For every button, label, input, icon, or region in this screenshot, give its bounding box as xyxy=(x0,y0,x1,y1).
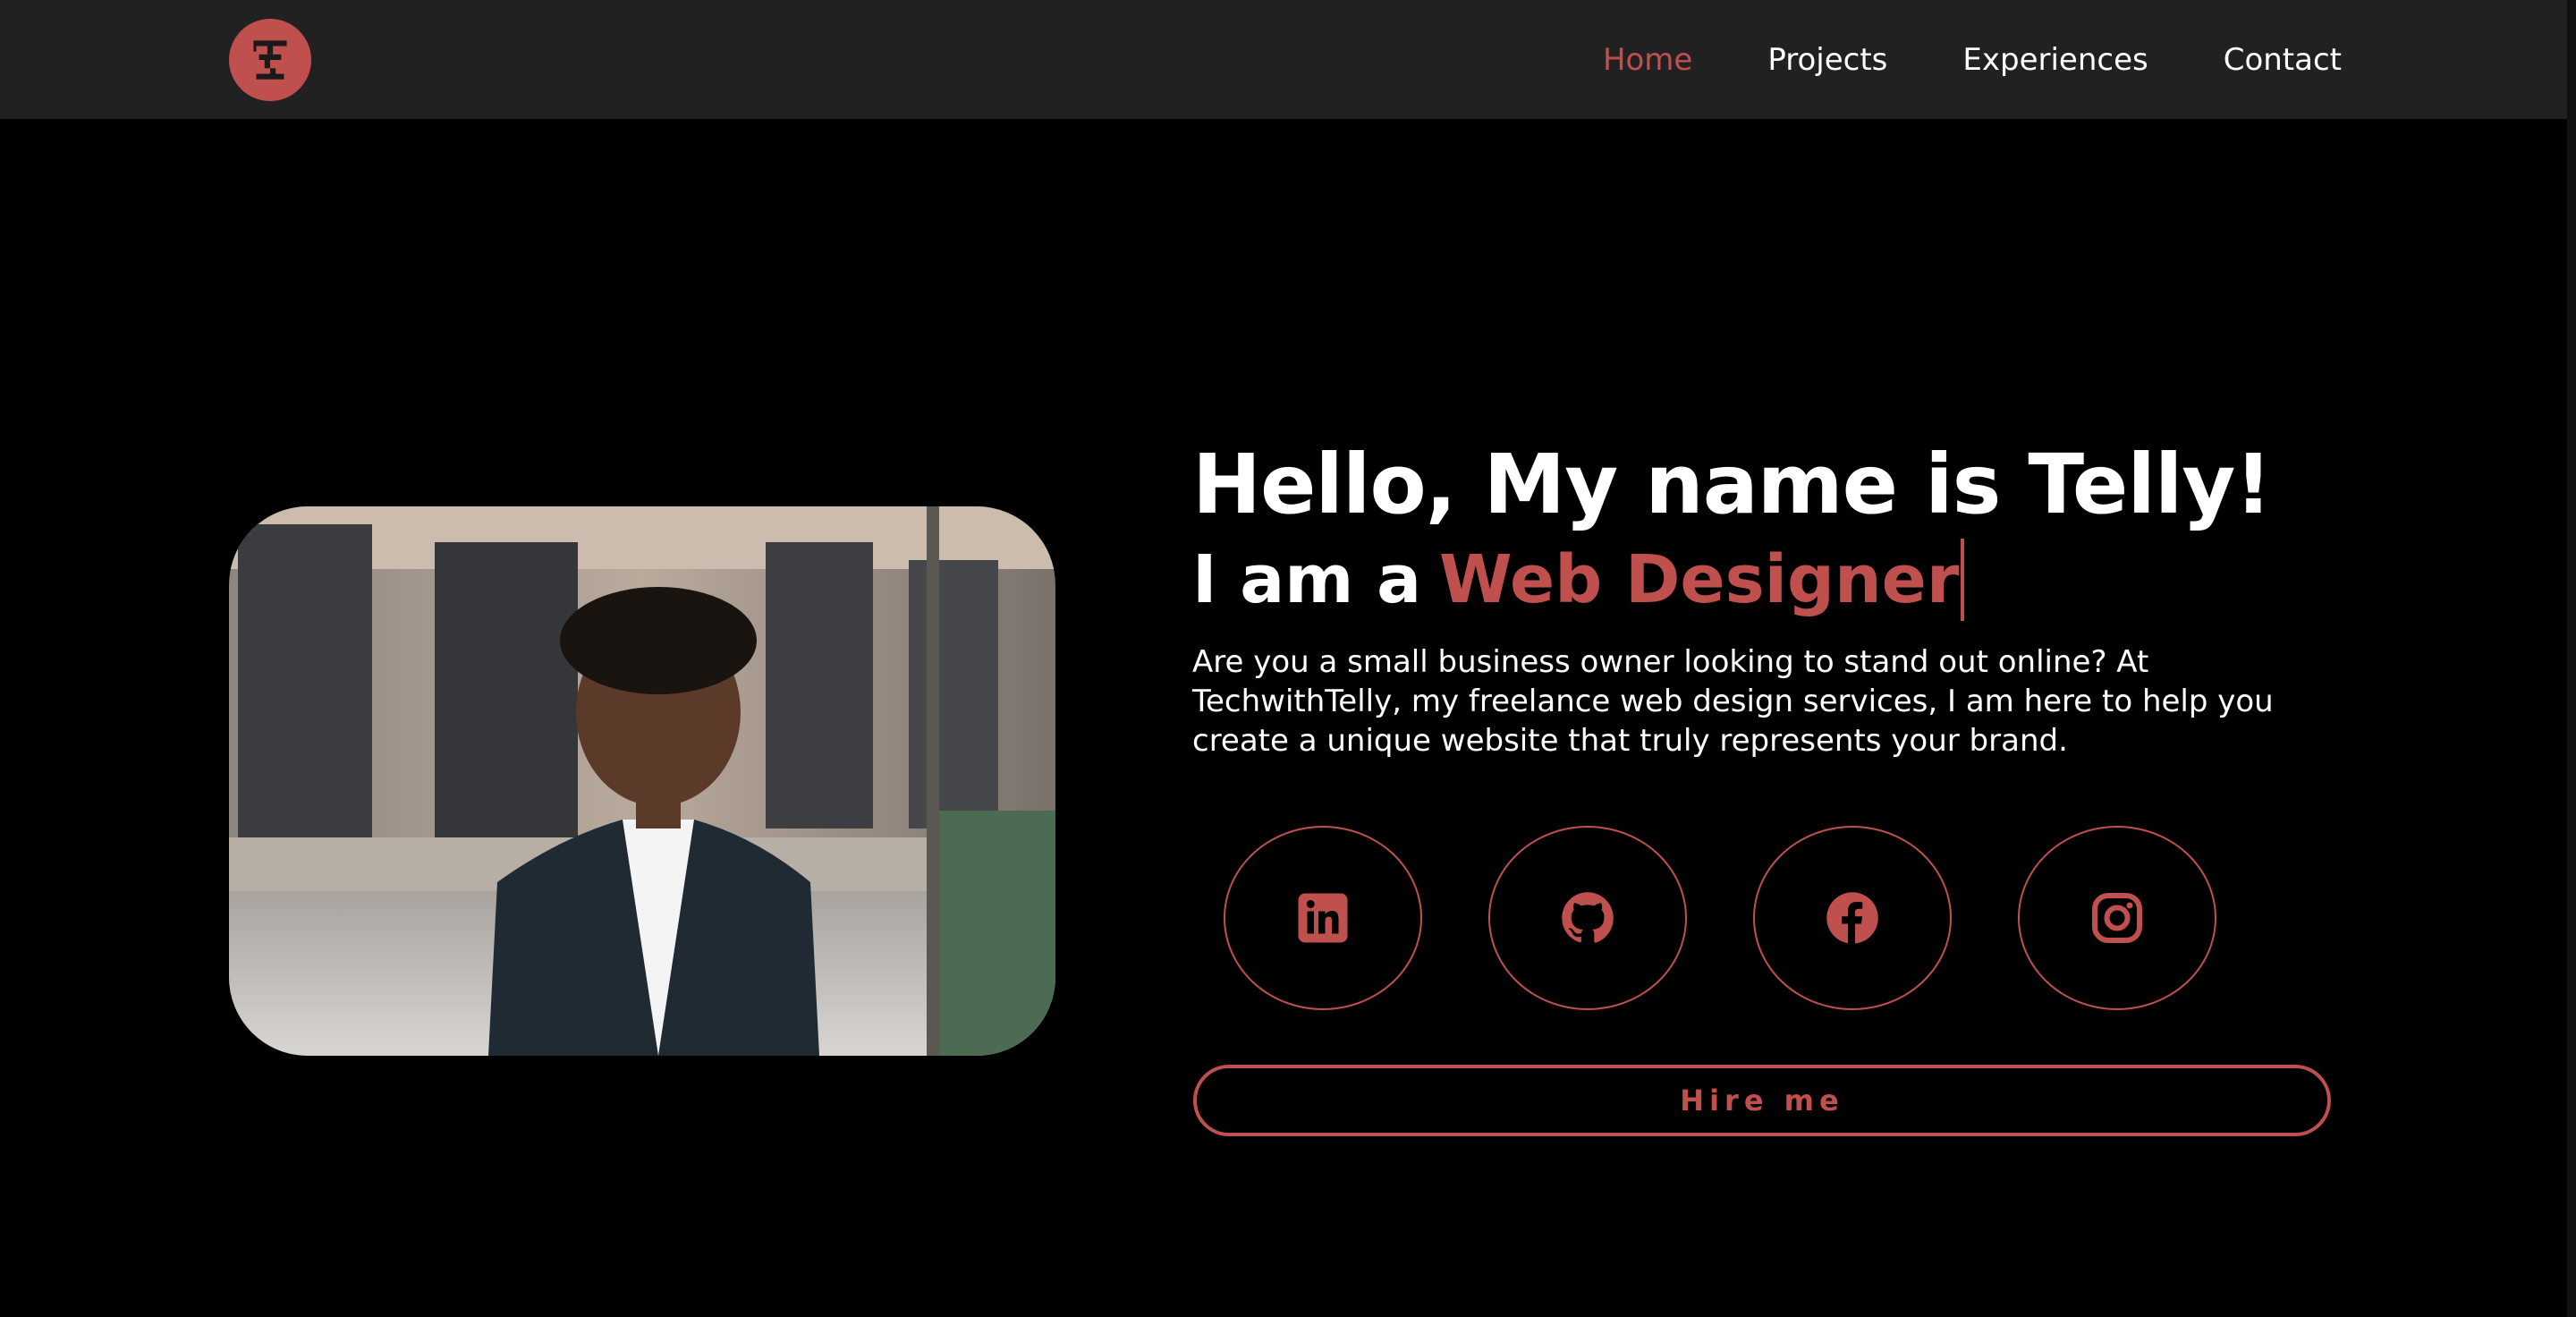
nav-contact[interactable]: Contact xyxy=(2224,42,2342,78)
tt-monogram-icon xyxy=(253,40,287,80)
page-scrollbar[interactable] xyxy=(2567,0,2576,1317)
instagram-link[interactable] xyxy=(2018,826,2216,1010)
github-icon xyxy=(1562,892,1614,943)
instagram-icon xyxy=(2092,893,2142,943)
typing-caret xyxy=(1961,539,1965,621)
nav-projects[interactable]: Projects xyxy=(1767,42,1887,78)
linkedin-link[interactable] xyxy=(1224,826,1422,1010)
facebook-link[interactable] xyxy=(1753,826,1952,1010)
hero-intro: Hello, My name is Telly! I am a Web Desi… xyxy=(1192,435,2346,760)
hero-subtitle: I am a Web Designer xyxy=(1192,537,2346,623)
linkedin-icon xyxy=(1298,893,1348,943)
profile-photo xyxy=(229,506,1055,1056)
hire-me-button[interactable]: Hire me xyxy=(1193,1065,2331,1136)
typed-role: Web Designer xyxy=(1439,541,1960,618)
portrait-photo-icon xyxy=(229,506,1055,1056)
nav-experiences[interactable]: Experiences xyxy=(1962,42,2148,78)
main-nav: Home Projects Experiences Contact xyxy=(1603,0,2342,119)
facebook-icon xyxy=(1826,892,1878,944)
social-links xyxy=(1224,826,2216,1010)
hero-title: Hello, My name is Telly! xyxy=(1192,437,2272,532)
logo[interactable] xyxy=(229,19,311,101)
hero-description: Are you a small business owner looking t… xyxy=(1192,644,2274,759)
github-link[interactable] xyxy=(1488,826,1687,1010)
subtitle-prefix: I am a xyxy=(1192,541,1422,618)
navbar: Home Projects Experiences Contact xyxy=(0,0,2576,119)
nav-home[interactable]: Home xyxy=(1603,42,1692,78)
